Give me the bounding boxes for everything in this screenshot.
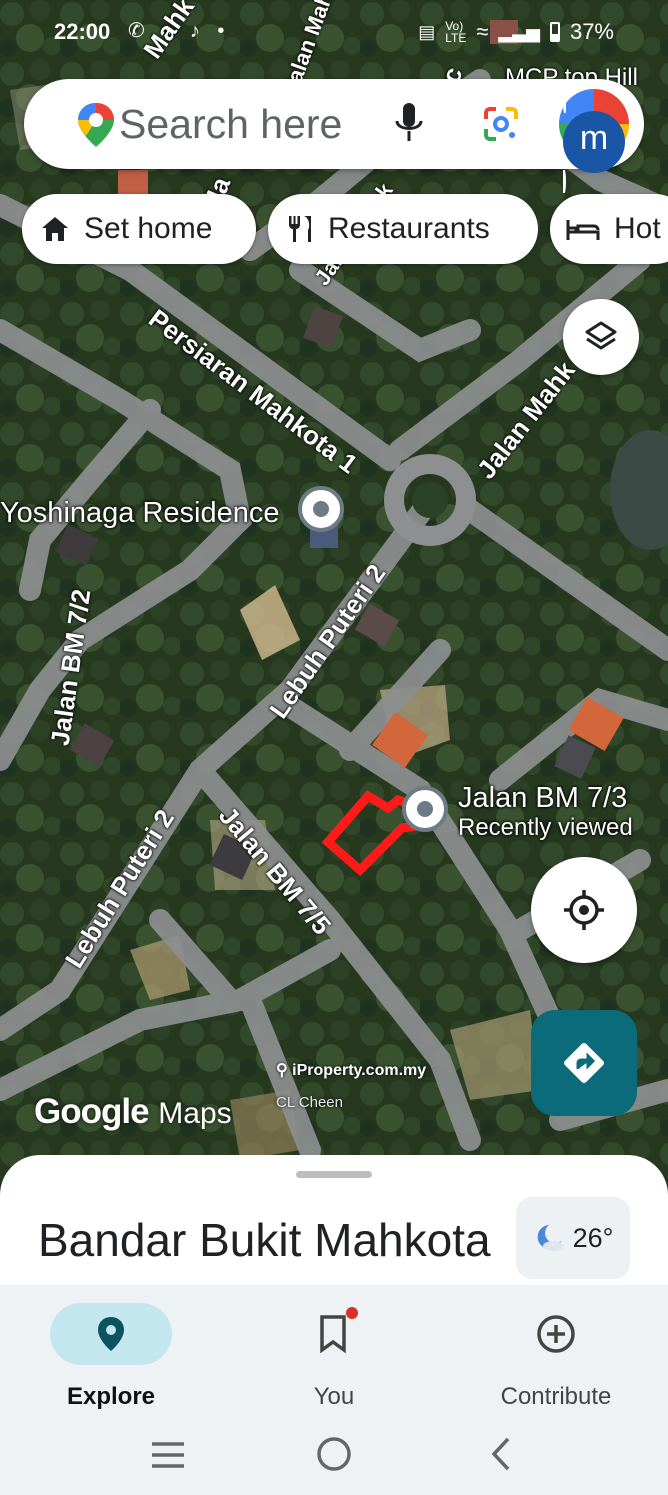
google-maps-pin-icon [76, 101, 116, 154]
nav-you[interactable]: You [234, 1285, 434, 1411]
weather-chip[interactable]: 26° [516, 1197, 630, 1279]
lte-icon: Vo) LTE [445, 19, 467, 45]
signal-icon: ▂▃▅ [498, 21, 540, 42]
system-nav-bar [0, 1410, 668, 1495]
place-title: Bandar Bukit Mahkota [38, 1214, 491, 1266]
home-circle-icon[interactable] [316, 1436, 352, 1472]
nav-label: Explore [66, 1383, 156, 1410]
back-icon[interactable] [488, 1436, 514, 1472]
nav-explore[interactable]: Explore [11, 1285, 211, 1411]
notification-dot [346, 1307, 358, 1319]
battery-icon [549, 22, 560, 42]
watermark: ⚲ iProperty.com.my [276, 1062, 427, 1079]
place-label-jalan-bm73[interactable]: Jalan BM 7/3 [458, 782, 627, 815]
temperature: 26° [572, 1222, 614, 1253]
drag-handle[interactable] [296, 1171, 372, 1178]
place-pin-yoshinaga[interactable] [298, 486, 344, 532]
search-input[interactable]: Search here [119, 101, 342, 148]
nav-label: You [313, 1383, 355, 1410]
search-bar[interactable]: Search here m [24, 79, 644, 193]
google-lens-icon[interactable] [482, 105, 520, 148]
place-sheet[interactable]: Bandar Bukit Mahkota 26° [0, 1155, 668, 1295]
mic-icon[interactable] [394, 101, 424, 150]
chip-set-home[interactable]: Set home [22, 194, 256, 264]
account-avatar[interactable]: m [559, 89, 629, 193]
chip-label: Set home [84, 212, 213, 245]
location-pin-icon [98, 1317, 124, 1351]
battery-percent: 37% [569, 19, 614, 44]
chip-restaurants[interactable]: Restaurants [268, 194, 538, 264]
moon-cloud-icon [537, 1225, 563, 1251]
add-circle-icon [537, 1315, 575, 1353]
home-icon [42, 217, 68, 241]
bed-icon [566, 220, 600, 240]
watermark-credit: CL Cheen [276, 1094, 343, 1111]
recents-icon[interactable] [150, 1440, 186, 1470]
place-sublabel-recent: Recently viewed [458, 814, 633, 841]
bottom-nav: Explore You Contribute [0, 1285, 668, 1410]
place-pin-jalan-bm73[interactable] [402, 786, 448, 832]
bookmark-icon [320, 1315, 346, 1354]
notification-icons: ✆ ♪ ♪ • [128, 20, 231, 42]
place-label-yoshinaga[interactable]: Yoshinaga Residence [0, 497, 279, 530]
fork-knife-icon [289, 216, 311, 242]
directions-icon [564, 1043, 604, 1083]
wifi-icon: ≈ [476, 19, 489, 44]
status-right: ▤ Vo) LTE ≈ ▂▃▅ 37% [418, 19, 614, 45]
my-location-button[interactable] [531, 857, 637, 963]
vibrate-icon: ▤ [418, 21, 436, 42]
chip-label: Restaurants [328, 212, 490, 245]
nav-contribute[interactable]: Contribute [456, 1285, 656, 1411]
directions-button[interactable] [531, 1010, 637, 1116]
crosshair-icon [564, 890, 604, 930]
nav-label: Contribute [500, 1383, 612, 1410]
chip-label: Hot [614, 212, 661, 245]
layers-icon [585, 321, 617, 350]
status-bar: 22:00 ✆ ♪ ♪ • ▤ Vo) LTE ≈ ▂▃▅ 37% [0, 0, 668, 62]
layers-button[interactable] [563, 299, 639, 375]
google-maps-logo: Google Maps [34, 1092, 232, 1131]
status-time: 22:00 [54, 19, 111, 44]
chip-hotels[interactable]: Hot [550, 194, 668, 264]
